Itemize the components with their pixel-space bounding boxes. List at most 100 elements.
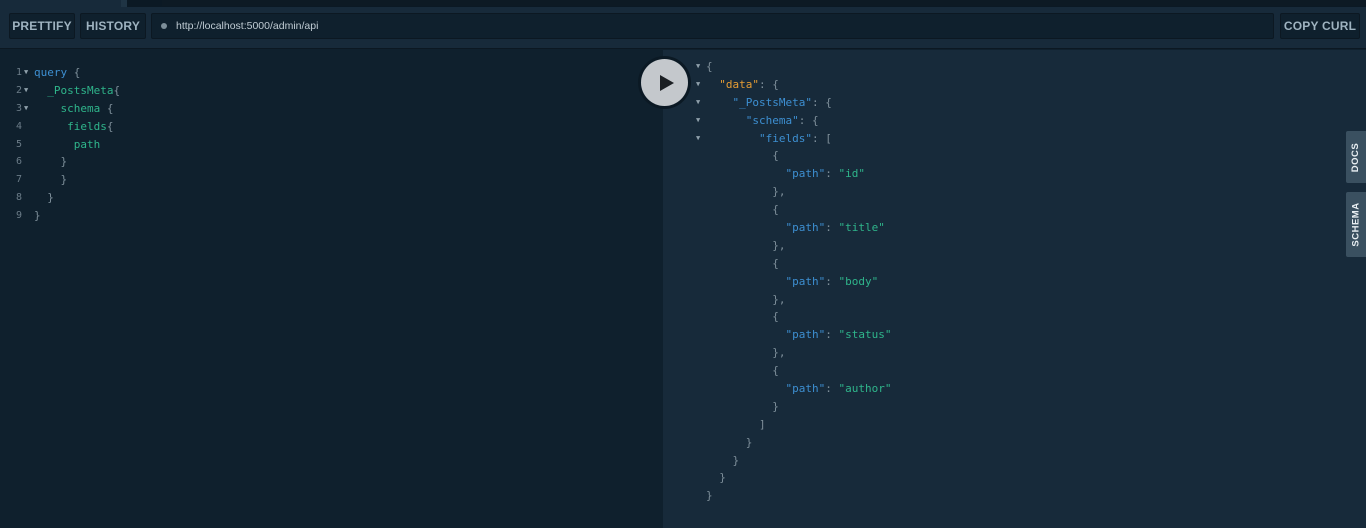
json-token: { xyxy=(706,203,779,217)
json-token: } xyxy=(706,453,740,467)
docs-tab[interactable]: DOCS xyxy=(1346,131,1366,183)
json-token: : xyxy=(825,221,839,235)
result-line-text: "path": "status" xyxy=(706,326,891,344)
result-viewer: ▼{▼ "data": {▼ "_PostsMeta": {▼ "schema"… xyxy=(663,50,1366,528)
result-line-text: "path": "author" xyxy=(706,380,891,398)
json-token: : xyxy=(825,274,839,288)
dot-icon xyxy=(161,23,167,29)
code-token: { xyxy=(113,83,121,97)
result-line-text: "path": "id" xyxy=(706,165,865,183)
line-number: 1 xyxy=(15,67,22,78)
result-line-text: } xyxy=(706,398,779,416)
docs-tab-label: DOCS xyxy=(1350,142,1362,172)
run-button-face[interactable] xyxy=(641,59,688,106)
endpoint-url-input[interactable] xyxy=(176,20,1256,32)
caret-down-icon[interactable]: ▼ xyxy=(696,58,700,76)
code-token: } xyxy=(34,155,68,169)
json-token: } xyxy=(706,471,726,485)
result-line-text: { xyxy=(706,308,779,326)
caret-down-icon[interactable]: ▼ xyxy=(696,76,700,94)
result-line-text: { xyxy=(706,255,779,273)
editor-line-text[interactable]: } xyxy=(34,189,54,207)
code-token: { xyxy=(106,119,114,133)
json-token: ] xyxy=(706,417,766,431)
json-token: : [ xyxy=(811,131,832,145)
play-icon xyxy=(659,74,674,91)
json-token: { xyxy=(706,364,779,378)
run-query-button[interactable] xyxy=(638,56,691,109)
line-number: 9 xyxy=(15,210,22,222)
caret-down-icon[interactable]: ▼ xyxy=(696,94,700,112)
result-line-text: { xyxy=(706,201,779,219)
json-token: }, xyxy=(706,238,786,252)
result-line-text: { xyxy=(706,58,713,76)
schema-tab[interactable]: SCHEMA xyxy=(1346,192,1366,257)
editor-line-text[interactable]: _PostsMeta{ xyxy=(34,82,120,100)
line-number: 2 xyxy=(15,84,22,96)
code-token: } xyxy=(34,191,54,205)
json-token: }, xyxy=(706,346,786,360)
result-line-text: } xyxy=(706,452,739,470)
top-strip-mark xyxy=(121,0,127,7)
caret-down-icon[interactable]: ▼ xyxy=(24,82,28,100)
code-token: } xyxy=(34,173,68,187)
json-token: } xyxy=(706,435,753,449)
result-line-text: { xyxy=(706,147,779,165)
json-token: "path" xyxy=(706,274,826,288)
editor-line-text[interactable]: } xyxy=(34,153,67,171)
caret-down-icon[interactable]: ▼ xyxy=(24,64,28,82)
result-line-text: }, xyxy=(706,183,785,201)
code-token: path xyxy=(34,137,101,151)
json-token: "data" xyxy=(706,77,759,91)
result-line-text: { xyxy=(706,362,779,380)
json-token: "id" xyxy=(838,167,865,181)
editor-line-text[interactable]: } xyxy=(34,171,67,189)
line-number: 4 xyxy=(15,120,22,132)
editor-line-text[interactable]: fields{ xyxy=(34,118,113,136)
result-line-text: "schema": { xyxy=(706,112,819,130)
json-token: { xyxy=(706,310,779,324)
prettify-button[interactable]: PRETTIFY xyxy=(9,13,75,39)
json-token: : xyxy=(825,167,839,181)
schema-tab-label: SCHEMA xyxy=(1350,202,1362,247)
result-line-text: } xyxy=(706,487,713,505)
result-line-text: "_PostsMeta": { xyxy=(706,94,831,112)
json-token: "path" xyxy=(706,382,826,396)
json-token: : xyxy=(825,382,839,396)
line-number: 7 xyxy=(15,174,22,186)
top-strip xyxy=(0,0,1366,7)
url-bar[interactable] xyxy=(151,13,1274,39)
editor-line-text[interactable]: query { xyxy=(34,64,80,82)
toolbar: PRETTIFY HISTORY COPY CURL xyxy=(0,7,1366,49)
caret-down-icon[interactable]: ▼ xyxy=(24,100,28,118)
json-token: } xyxy=(706,489,713,503)
json-token: }, xyxy=(706,292,786,306)
result-line-text: }, xyxy=(706,344,785,362)
graphql-playground: PRETTIFY HISTORY COPY CURL 1▼query {2▼ _… xyxy=(0,0,1366,528)
json-token: { xyxy=(706,149,779,163)
json-token: : xyxy=(825,328,839,342)
result-line-text: }, xyxy=(706,237,785,255)
history-button[interactable]: HISTORY xyxy=(80,13,146,39)
result-line-text: ] xyxy=(706,416,766,434)
line-number: 3 xyxy=(15,102,22,114)
json-token: "path" xyxy=(706,221,826,235)
json-token: "path" xyxy=(706,167,826,181)
code-token: { xyxy=(100,101,114,115)
json-token: : { xyxy=(798,113,819,127)
result-line-text: } xyxy=(706,469,726,487)
caret-down-icon[interactable]: ▼ xyxy=(696,112,700,130)
json-token: { xyxy=(706,60,713,73)
editor-line-text[interactable]: path xyxy=(34,136,101,154)
result-line-text: } xyxy=(706,434,753,452)
json-token: }, xyxy=(706,185,786,199)
caret-down-icon[interactable]: ▼ xyxy=(696,130,700,148)
code-token: fields xyxy=(34,119,107,133)
editor-line-text[interactable]: } xyxy=(34,207,41,225)
editor-line-text[interactable]: schema { xyxy=(34,100,113,118)
result-line-text: "data": { xyxy=(706,76,779,94)
query-editor[interactable]: 1 ▼ query {2 ▼ _PostsMeta{3 ▼ schema {4 fiel… xyxy=(0,50,663,528)
json-token: "status" xyxy=(838,328,892,342)
json-token: "body" xyxy=(838,274,879,288)
copy-curl-button[interactable]: COPY CURL xyxy=(1280,13,1360,39)
